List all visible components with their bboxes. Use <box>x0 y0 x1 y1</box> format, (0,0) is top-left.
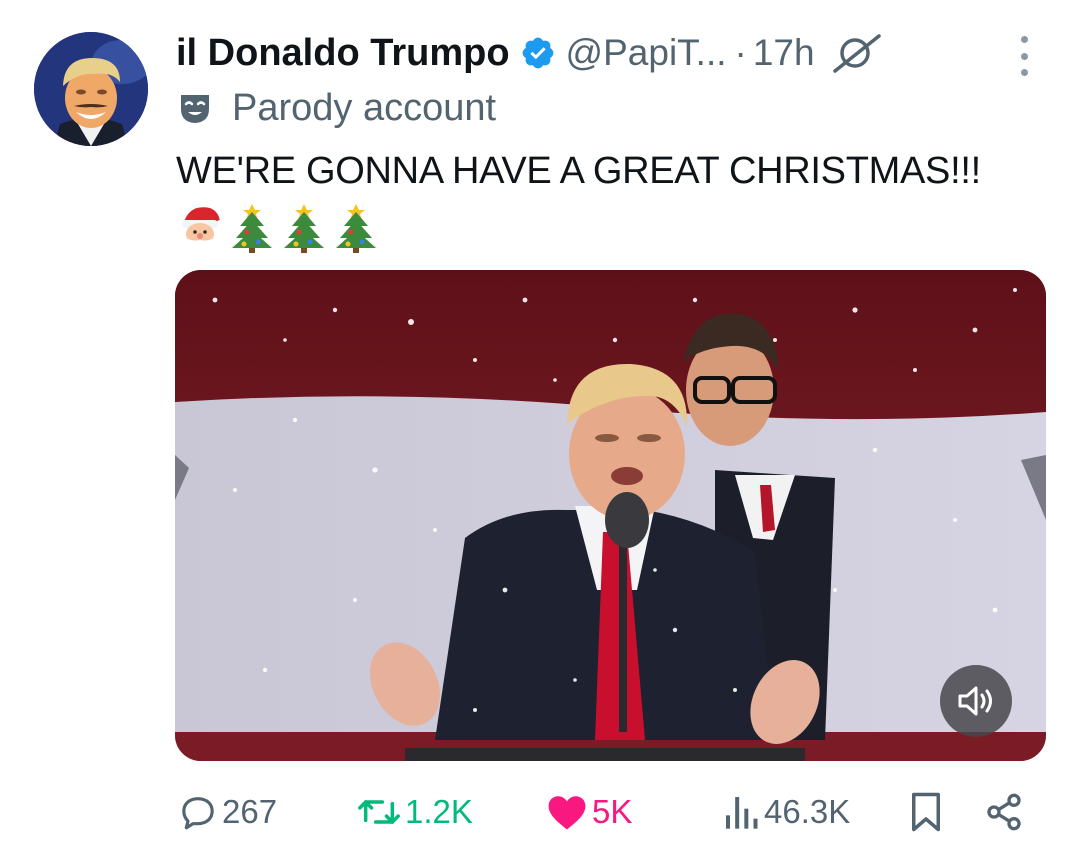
views-count: 46.3K <box>764 793 851 830</box>
avatar-image <box>34 32 148 146</box>
like-count: 5K <box>592 793 633 830</box>
like-button[interactable]: 5K <box>546 788 632 836</box>
display-name[interactable]: il Donaldo Trumpo <box>176 32 510 75</box>
parody-account-label: Parody account <box>232 86 497 129</box>
tweet-header: il Donaldo Trumpo @PapiT... · 17h <box>176 28 883 78</box>
bookmark-button[interactable] <box>908 788 948 836</box>
repost-count: 1.2K <box>405 793 473 830</box>
bar-chart-icon <box>726 797 758 829</box>
avatar[interactable] <box>34 32 148 146</box>
video-player[interactable] <box>175 270 1046 761</box>
mute-toggle-button[interactable] <box>940 665 1012 737</box>
speech-bubble-icon <box>182 797 214 830</box>
parody-label: Parody account <box>178 86 496 130</box>
repost-arrows-icon <box>358 800 400 824</box>
reply-button[interactable]: 267 <box>178 788 277 836</box>
video-frame <box>175 270 1046 761</box>
christmas-tree-icon <box>336 204 376 253</box>
theater-mask-icon <box>181 95 209 123</box>
views-button[interactable]: 46.3K <box>722 788 850 836</box>
heart-icon <box>548 796 586 830</box>
speaker-muted-icon <box>958 686 992 716</box>
share-icon <box>987 793 1021 831</box>
tweet-text: WE'RE GONNA HAVE A GREAT CHRISTMAS!!! <box>176 150 981 192</box>
time-separator: · <box>734 32 747 73</box>
timestamp[interactable]: 17h <box>753 32 815 74</box>
grok-icon[interactable] <box>831 33 883 73</box>
santa-face-icon <box>182 207 224 252</box>
tweet[interactable]: il Donaldo Trumpo @PapiT... · 17h Parody… <box>0 0 1080 847</box>
verified-badge-icon[interactable] <box>520 35 556 71</box>
reply-count: 267 <box>222 793 278 830</box>
christmas-tree-icon <box>284 204 324 253</box>
christmas-tree-icon <box>232 204 272 253</box>
repost-button[interactable]: 1.2K <box>357 788 473 836</box>
handle[interactable]: @PapiT... <box>566 32 727 74</box>
action-bar: 267 1.2K 5K 46.3K <box>0 780 1080 844</box>
share-button[interactable] <box>984 788 1028 836</box>
emoji-row <box>176 200 380 256</box>
bookmark-icon <box>912 792 940 832</box>
more-dots-icon[interactable] <box>1014 36 1034 76</box>
